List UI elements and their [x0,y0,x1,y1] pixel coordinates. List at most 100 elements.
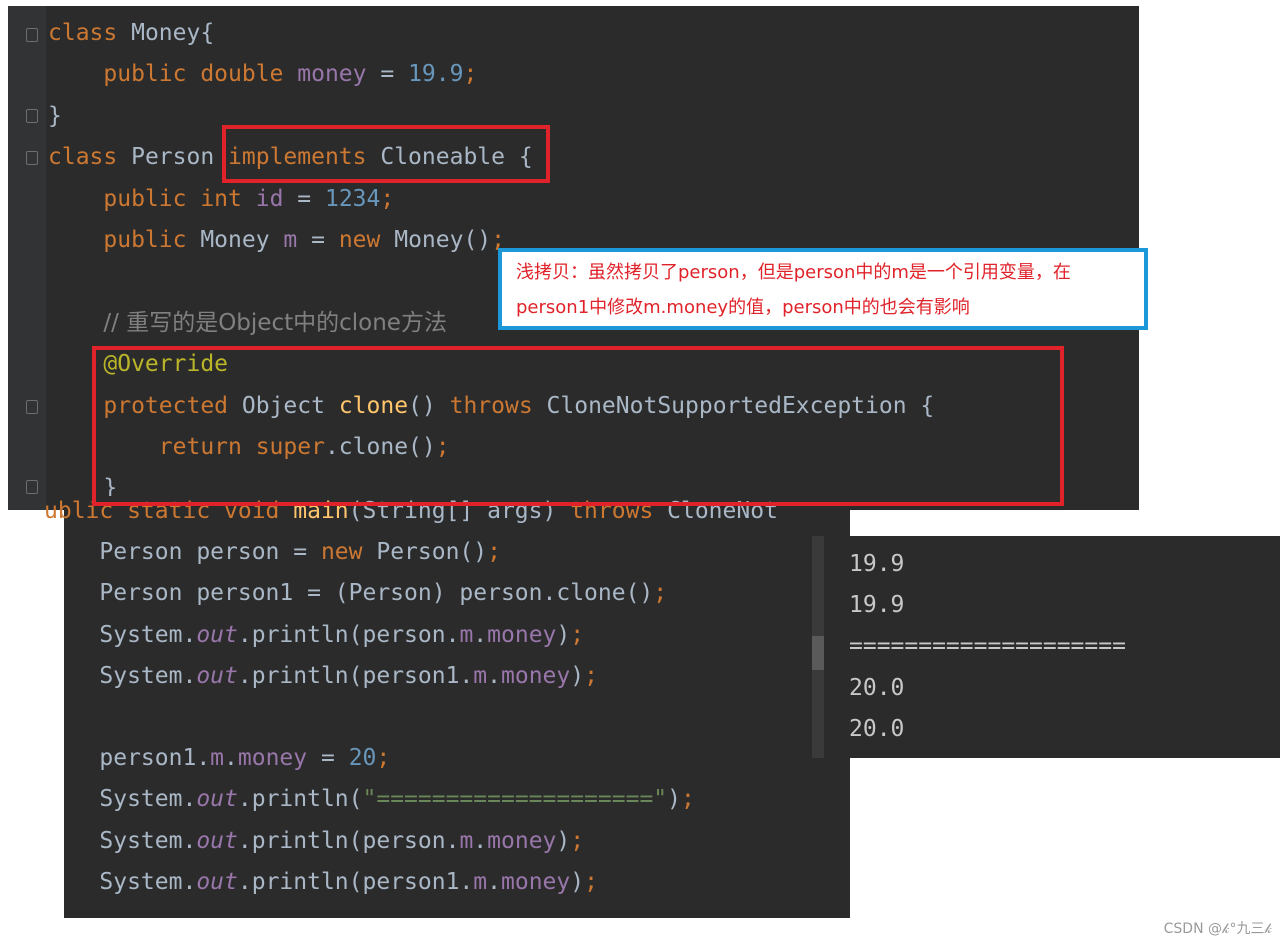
code-token: person1. [44,745,211,772]
code-token: m [473,868,488,895]
console-output[interactable]: 19.9 19.9 ==================== 20.0 20.0 [834,536,1280,758]
code-token: out [196,662,238,689]
code-token: . [487,868,501,895]
code-line: public int id = 1234; [48,179,394,219]
code-token: .println(person1. [237,868,474,895]
code-token: class [48,20,132,46]
code-token: Person() [376,539,488,566]
code-token: } [48,102,62,129]
code-token: = [283,185,325,212]
code-token: 20 [348,745,377,772]
scrollbar-thumb[interactable] [812,636,824,670]
code-token: out [196,827,238,854]
code-token: ) [570,662,585,689]
code-line: System.out.println("====================… [44,779,694,819]
shallow-copy-annotation: 浅拷贝：虽然拷贝了person，但是person中的m是一个引用变量，在 per… [498,248,1148,330]
code-token: public [103,227,201,253]
code-token: m [473,662,488,689]
code-token: = [307,745,349,772]
code-token: ; [584,662,598,689]
code-token: System. [44,827,197,854]
implements-highlight-box [222,125,550,183]
code-line: Person person1 = (Person) person.clone()… [44,573,667,613]
annotation-line-2: person1中修改m.money的值，person中的也会有影响 [516,297,970,318]
code-token: m [283,227,298,253]
code-token: public double [103,61,298,88]
code-token: ; [570,621,585,648]
code-line: person1.m.money = 20; [44,738,390,778]
code-token: . [473,621,488,648]
console-line: 20.0 [849,715,905,742]
clone-method-highlight-box [92,346,1064,506]
fold-icon[interactable] [26,480,38,494]
code-token: // 重写的是Object中的clone方法 [103,309,447,336]
code-token: out [196,786,238,813]
code-token: m [459,827,474,854]
code-token: . [473,827,488,854]
code-token: = [366,61,409,88]
code-line: public Money m = new Money(); [48,220,505,260]
code-token: public int [103,185,256,212]
fold-icon[interactable] [26,28,38,42]
code-line: // 重写的是Object中的clone方法 [48,303,447,343]
fold-icon[interactable] [26,400,38,414]
code-token: ; [380,185,395,212]
code-token: .println(person. [237,621,460,648]
code-token: Money{ [131,20,215,46]
code-token: ; [463,61,478,88]
code-token: 19.9 [408,61,464,88]
code-token: .println(person. [237,827,460,854]
code-token: money [487,621,557,648]
code-line: class Money{ [48,13,214,53]
fold-icon[interactable] [26,109,38,123]
code-token: ; [376,745,391,772]
code-line: public double money = 19.9; [48,54,477,94]
code-token: Person [131,144,229,171]
console-line: ==================== [849,633,1126,660]
code-token: m [459,621,474,648]
code-token: m [210,745,225,772]
code-token: ; [487,539,501,566]
code-token: Money() [394,227,492,253]
code-token: new [338,227,395,253]
code-token: class [48,144,132,171]
code-token: System. [44,662,197,689]
code-token: ) [667,786,681,813]
console-line: 19.9 [849,551,905,577]
code-token: Money [200,227,284,253]
code-token: .println(person1. [237,662,474,689]
code-token: . [224,745,238,772]
code-token: System. [44,786,197,813]
watermark: CSDN @𝓀°九三𝓀 [1163,921,1272,937]
code-token: money [297,61,367,88]
code-token: money [487,827,557,854]
code-line: System.out.println(person.m.money); [44,615,584,655]
console-line: 19.9 [849,592,905,619]
code-token: ; [584,868,598,895]
annotation-line-1: 浅拷贝：虽然拷贝了person，但是person中的m是一个引用变量，在 [516,262,1071,283]
code-editor-main[interactable]: ublic static void main(String[] args) th… [44,496,850,918]
code-token: 1234 [324,185,381,212]
code-line: } [48,96,62,136]
code-token: out [196,868,238,895]
code-token: out [196,621,238,648]
code-token: . [487,662,501,689]
fold-icon[interactable] [26,151,38,165]
code-token: ) [570,868,585,895]
code-token: Person person1 = (Person) person.clone() [44,580,654,607]
code-token: money [237,745,308,772]
editor-gutter [8,6,46,510]
code-token: System. [44,621,197,648]
code-line: System.out.println(person1.m.money); [44,656,598,696]
code-token: ; [570,827,585,854]
code-token: .println( [237,786,363,813]
console-line: 20.0 [849,674,905,701]
code-token: id [255,185,284,212]
code-token: ) [556,621,571,648]
code-token: = [297,227,339,253]
code-line: System.out.println(person.m.money); [44,821,584,861]
